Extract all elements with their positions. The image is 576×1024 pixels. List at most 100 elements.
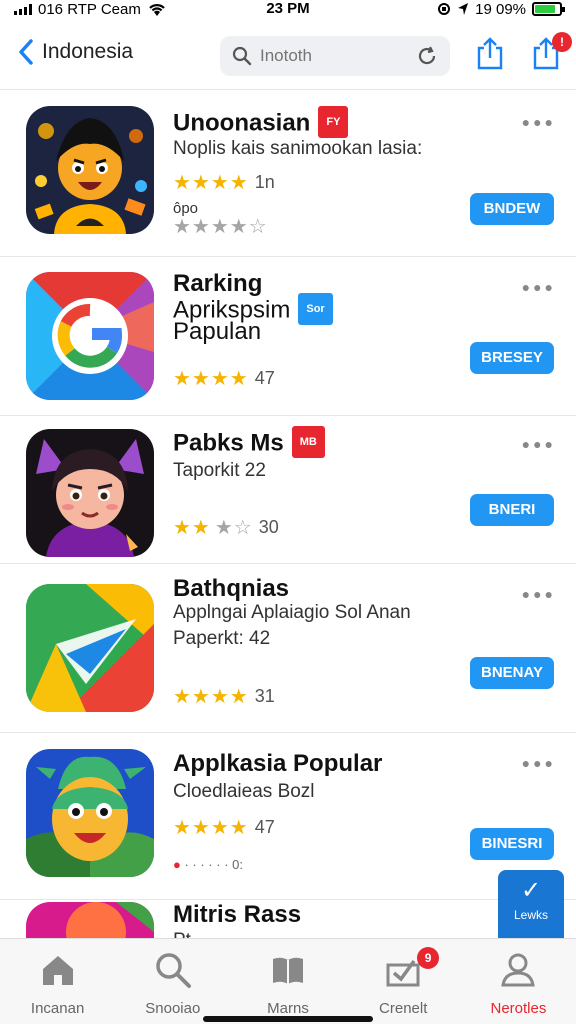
list-item[interactable]: Pabks Ms MB Taporkit 22 ★★ ★☆ 30 ●●● BNERI [0, 416, 576, 564]
checkmark-icon: ✓ [520, 877, 542, 904]
chevron-left-icon [19, 39, 33, 65]
tab-inbox[interactable]: 9 Crenelt [346, 939, 461, 1024]
tab-label: Marns [267, 1000, 309, 1017]
battery-icon [532, 2, 565, 16]
tab-label: Crenelt [379, 1000, 428, 1017]
tab-label: Incanan [30, 1000, 85, 1017]
lock-rotation-icon [438, 3, 451, 15]
more-icon[interactable]: ●●● [522, 436, 556, 452]
app-subtitle: Taporkit 22 [173, 460, 266, 481]
list-item[interactable]: Bathqnias Applngai Aplaiagio Sol Anan Pa… [0, 564, 576, 733]
extra-label: ● · · · · · · 0: [173, 857, 243, 872]
more-icon[interactable]: ●●● [522, 586, 556, 602]
search-icon [156, 953, 191, 988]
list-item[interactable]: Unoonasian FY Noplis kais sanimookan lasi… [0, 92, 576, 257]
back-button[interactable]: Indonesia [18, 38, 133, 66]
stars-icon: ★★★★☆ [173, 216, 268, 238]
app-title[interactable]: Bathqnias [173, 576, 289, 602]
app-list: Unoonasian FY Noplis kais sanimookan lasi… [0, 92, 576, 938]
nav-bar: Indonesia ! [0, 24, 576, 90]
get-button[interactable]: BNERI [470, 494, 554, 526]
get-button[interactable]: BNDEW [470, 193, 554, 225]
location-icon [458, 3, 469, 15]
app-subtitle-2: Paperkt: 42 [173, 628, 271, 649]
search-input[interactable] [260, 46, 416, 66]
app-subtitle: Pt [173, 930, 191, 938]
app-tag: Sor [298, 293, 333, 325]
cartoon-character-icon [26, 106, 154, 234]
search-icon [232, 46, 252, 66]
rating-count: 1n [254, 172, 275, 192]
battery-text: 19 09% [475, 0, 526, 18]
stars-icon: ★★★★ [173, 686, 249, 708]
app-title[interactable]: Applkasia Popular [173, 751, 382, 777]
rating-count: 47 [254, 817, 275, 837]
app-icon[interactable] [26, 902, 154, 938]
app-rating: ★★ ★☆ 30 [173, 515, 279, 540]
app-rating: ★★★★ 31 [173, 684, 275, 709]
app-title-line3: Papulan [173, 318, 262, 345]
list-item[interactable]: Applkasia Popular Cloedlaieas Bozl ★★★★ … [0, 733, 576, 900]
app-name: Pabks Ms [173, 429, 284, 457]
app-subtitle: Cloedlaieas Bozl [173, 781, 315, 802]
google-logo-icon [26, 272, 154, 400]
home-icon [42, 956, 73, 985]
list-item[interactable]: Mitris Rass Pt [0, 900, 576, 938]
app-name: Unoonasian [173, 109, 311, 137]
share-button[interactable] [474, 36, 508, 70]
share-icon [477, 37, 503, 70]
tab-label: Snooiao [145, 1000, 201, 1017]
refresh-icon[interactable] [416, 45, 438, 67]
stars-icon: ★★★★ [173, 172, 249, 194]
app-tag: MB [291, 426, 325, 458]
book-icon [273, 957, 303, 984]
app-title[interactable]: Unoonasian FY [173, 106, 349, 140]
stars-icon: ★★ [173, 517, 211, 539]
stars-icon: ★★★★ [173, 817, 249, 839]
tab-book[interactable]: Marns [230, 939, 345, 1024]
floating-action-button[interactable]: ✓ Lewks [498, 870, 564, 938]
tab-search[interactable]: Snooiao [115, 939, 230, 1024]
tab-home[interactable]: Incanan [0, 939, 115, 1024]
get-button[interactable]: BINESRI [470, 828, 554, 860]
floating-label: Lewks [513, 908, 548, 922]
get-button[interactable]: BNENAY [470, 657, 554, 689]
app-icon[interactable] [26, 584, 154, 712]
play-store-shape-icon [26, 584, 154, 712]
more-icon[interactable]: ●●● [522, 279, 556, 295]
back-label: Indonesia [42, 40, 134, 63]
notification-badge: ! [552, 32, 572, 52]
rating-count: 31 [254, 686, 275, 706]
app-tag: FY [318, 106, 349, 138]
app-title[interactable]: Pabks Ms MB [173, 426, 325, 460]
tab-bar: Incanan Snooiao Marns 9 Crenelt Nerotles [0, 938, 576, 1024]
get-button[interactable]: BRESEY [470, 342, 554, 374]
search-bar[interactable] [220, 36, 450, 76]
app-subtitle: Applngai Aplaiagio Sol Anan [173, 602, 411, 623]
stars-icon: ★★★★ [173, 368, 249, 390]
app-icon[interactable] [26, 272, 154, 400]
notification-share-button[interactable]: ! [530, 32, 572, 70]
tab-badge: 9 [417, 947, 440, 969]
rating-count: 30 [258, 517, 279, 537]
home-indicator [203, 1016, 373, 1022]
app-rating: ★★★★ 47 [173, 366, 275, 391]
app-subtitle: Noplis kais sanimookan lasia: [173, 138, 423, 159]
stars-off-icon: ★☆ [214, 517, 253, 539]
app-icon[interactable] [26, 429, 154, 557]
list-item[interactable]: Rarking Aprikspsim Sor Papulan ★★★★ 47 ●●… [0, 257, 576, 416]
cartoon-girl-icon [26, 429, 154, 557]
colorful-app-icon [26, 902, 154, 938]
tab-profile[interactable]: Nerotles [461, 939, 576, 1024]
more-icon[interactable]: ●●● [522, 755, 556, 771]
app-icon[interactable] [26, 106, 154, 234]
more-icon[interactable]: ●●● [522, 114, 556, 130]
app-rating: ★★★★ 47 [173, 815, 275, 840]
secondary-rating: ★★★★☆ [173, 214, 268, 239]
person-icon [501, 953, 536, 987]
app-icon[interactable] [26, 749, 154, 877]
app-title[interactable]: Mitris Rass [173, 902, 301, 928]
app-title[interactable]: Rarking [173, 271, 262, 297]
tab-label: Nerotles [490, 1000, 547, 1017]
cartoon-mascot-icon [26, 749, 154, 877]
